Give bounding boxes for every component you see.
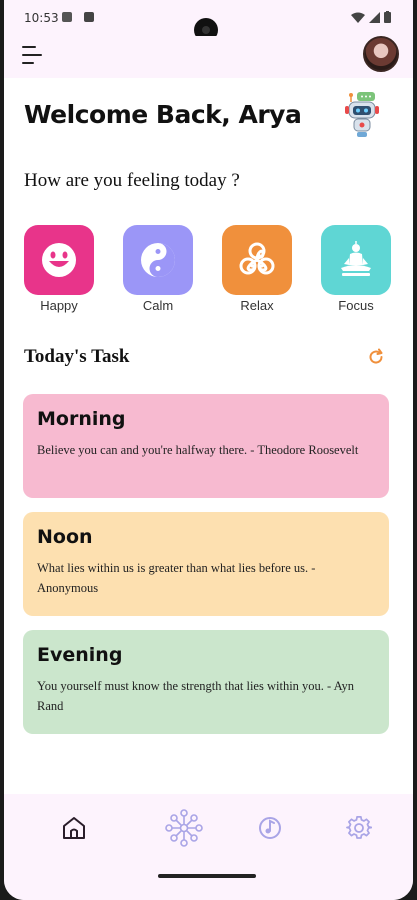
- mood-tile: [321, 225, 391, 295]
- nav-network[interactable]: [164, 808, 204, 848]
- task-card-quote: Believe you can and you're halfway there…: [37, 443, 359, 457]
- phone-screen: 10:53 Welcome Back, Arya How are you fee…: [4, 0, 413, 900]
- feeling-prompt: How are you feeling today ?: [24, 170, 240, 191]
- menu-icon: [22, 46, 36, 48]
- gesture-bar-area: [4, 866, 413, 900]
- refresh-icon[interactable]: [367, 348, 385, 366]
- menu-icon-line: [22, 54, 42, 56]
- menu-icon-line: [22, 62, 34, 64]
- notification-icon: [62, 12, 72, 22]
- task-card-evening[interactable]: Evening You yourself must know the stren…: [23, 630, 389, 734]
- status-bar: 10:53: [4, 0, 413, 42]
- task-card-title: Noon: [37, 526, 93, 548]
- tasks-heading: Today's Task: [24, 346, 130, 367]
- app-bar: [4, 36, 413, 78]
- wifi-icon: [351, 12, 365, 23]
- meditation-icon: [341, 241, 371, 276]
- mood-happy[interactable]: Happy: [23, 225, 95, 313]
- mood-label: Happy: [40, 298, 78, 313]
- music-icon: [259, 817, 281, 839]
- task-card-title: Morning: [37, 408, 126, 430]
- status-icons: [351, 11, 391, 23]
- sim-icon: [84, 12, 94, 22]
- nav-music[interactable]: [250, 808, 290, 848]
- smiley-icon: [42, 243, 76, 277]
- bottom-navigation: [4, 794, 413, 866]
- home-icon: [63, 817, 85, 839]
- battery-icon: [384, 11, 391, 23]
- mood-selector: Happy Calm Relax Focus: [23, 225, 395, 325]
- triskele-icon: [239, 242, 275, 275]
- avatar[interactable]: [363, 36, 399, 72]
- welcome-title: Welcome Back, Arya: [24, 100, 302, 129]
- nav-settings[interactable]: [339, 808, 379, 848]
- robot-icon: [345, 92, 379, 137]
- task-card-morning[interactable]: Morning Believe you can and you're halfw…: [23, 394, 389, 498]
- mood-tile: [222, 225, 292, 295]
- task-card-quote: You yourself must know the strength that…: [37, 679, 355, 713]
- mood-label: Focus: [338, 298, 374, 313]
- nav-home[interactable]: [54, 808, 94, 848]
- task-card-quote: What lies within us is greater than what…: [37, 561, 316, 595]
- task-card-title: Evening: [37, 644, 123, 666]
- network-icon: [165, 809, 203, 847]
- mood-focus[interactable]: Focus: [320, 225, 392, 313]
- settings-icon: [346, 816, 372, 839]
- task-card-noon[interactable]: Noon What lies within us is greater than…: [23, 512, 389, 616]
- signal-icon: [369, 11, 380, 23]
- mood-label: Relax: [240, 298, 274, 313]
- mood-relax[interactable]: Relax: [221, 225, 293, 313]
- mood-label: Calm: [142, 298, 174, 313]
- mood-calm[interactable]: Calm: [122, 225, 194, 313]
- menu-button[interactable]: [22, 46, 44, 64]
- status-time: 10:53: [24, 11, 59, 25]
- mood-tile: [24, 225, 94, 295]
- mood-tile: [123, 225, 193, 295]
- home-gesture-handle[interactable]: [158, 874, 256, 878]
- yin-yang-icon: [141, 243, 175, 277]
